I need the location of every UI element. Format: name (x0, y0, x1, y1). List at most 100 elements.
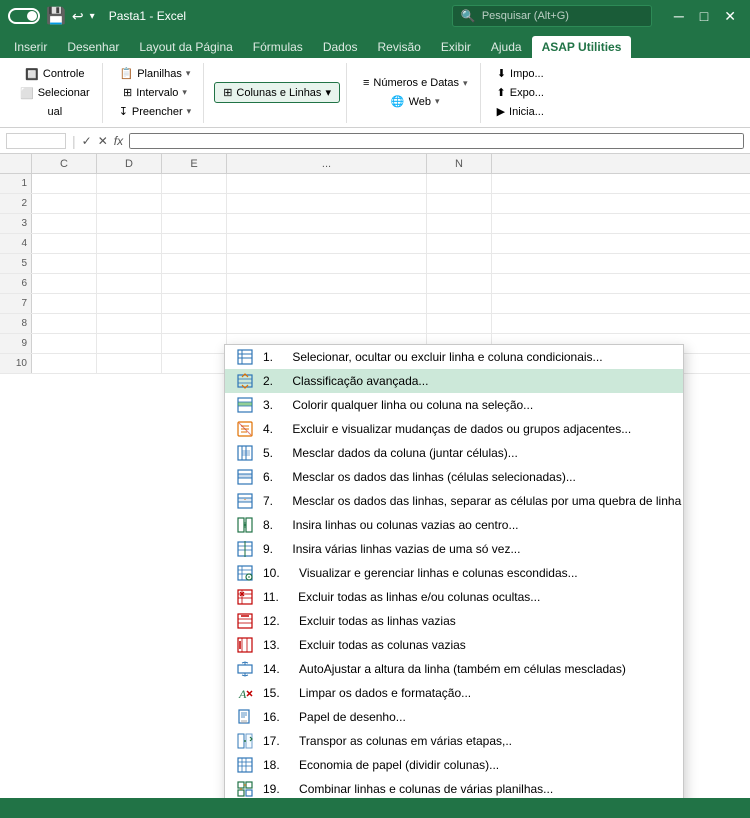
tab-exibir[interactable]: Exibir (431, 36, 481, 58)
menu-item-11[interactable]: 11. Excluir todas as linhas e/ou colunas… (225, 585, 683, 609)
minimize-btn[interactable]: ─ (668, 8, 690, 25)
cell-d7[interactable] (97, 294, 162, 313)
tab-ajuda[interactable]: Ajuda (481, 36, 532, 58)
col-header-n[interactable]: N (427, 154, 492, 173)
cell-e10[interactable] (162, 354, 227, 373)
checkmark-icon[interactable]: ✓ (82, 134, 92, 148)
cell-e2[interactable] (162, 194, 227, 213)
menu-item-7[interactable]: 7. Mesclar os dados das linhas, separar … (225, 489, 683, 513)
maximize-btn[interactable]: □ (694, 8, 714, 25)
ual-btn[interactable]: ual (42, 104, 69, 120)
inicia-btn[interactable]: ▶ Inicia... (491, 103, 550, 120)
cell-d3[interactable] (97, 214, 162, 233)
cell-e1[interactable] (162, 174, 227, 193)
cell-d9[interactable] (97, 334, 162, 353)
cell-c8[interactable] (32, 314, 97, 333)
tab-formulas[interactable]: Fórmulas (243, 36, 313, 58)
cell-c5[interactable] (32, 254, 97, 273)
menu-item-1[interactable]: 1. Selecionar, ocultar ou excluir linha … (225, 345, 683, 369)
dropdown-arrow[interactable]: ▾ (90, 11, 95, 22)
colunas-linhas-btn[interactable]: ⊞ Colunas e Linhas ▾ (214, 82, 340, 103)
col-header-c[interactable]: C (32, 154, 97, 173)
cell-e8[interactable] (162, 314, 227, 333)
col-header-e[interactable]: E (162, 154, 227, 173)
tab-asap[interactable]: ASAP Utilities (532, 36, 632, 58)
expo-btn[interactable]: ⬆ Expo... (491, 84, 550, 101)
name-box[interactable] (6, 133, 66, 149)
cell-p3[interactable] (227, 214, 427, 233)
impo-btn[interactable]: ⬇ Impo... (491, 65, 550, 82)
cell-n5[interactable] (427, 254, 492, 273)
cell-p8[interactable] (227, 314, 427, 333)
cell-c6[interactable] (32, 274, 97, 293)
menu-item-6[interactable]: 6. Mesclar os dados das linhas (células … (225, 465, 683, 489)
menu-item-17[interactable]: 17. Transpor as colunas em várias etapas… (225, 729, 683, 753)
cell-n1[interactable] (427, 174, 492, 193)
tab-inserir[interactable]: Inserir (4, 36, 57, 58)
cell-p5[interactable] (227, 254, 427, 273)
cell-n2[interactable] (427, 194, 492, 213)
menu-item-3[interactable]: 3. Colorir qualquer linha ou coluna na s… (225, 393, 683, 417)
preencher-btn[interactable]: ↧ Preencher ▾ (113, 103, 198, 120)
cell-e3[interactable] (162, 214, 227, 233)
planilhas-btn[interactable]: 📋 Planilhas ▾ (114, 65, 197, 82)
cell-d6[interactable] (97, 274, 162, 293)
menu-item-4[interactable]: 4. Excluir e visualizar mudanças de dado… (225, 417, 683, 441)
cell-c7[interactable] (32, 294, 97, 313)
formula-input[interactable] (129, 133, 744, 149)
cell-c2[interactable] (32, 194, 97, 213)
cell-c3[interactable] (32, 214, 97, 233)
cell-n4[interactable] (427, 234, 492, 253)
select-all-corner[interactable] (0, 154, 32, 173)
cell-e9[interactable] (162, 334, 227, 353)
cell-p6[interactable] (227, 274, 427, 293)
cell-d10[interactable] (97, 354, 162, 373)
tab-layout[interactable]: Layout da Página (129, 36, 242, 58)
cell-c10[interactable] (32, 354, 97, 373)
web-btn[interactable]: 🌐 Web ▾ (385, 93, 446, 110)
menu-item-5[interactable]: 5. Mesclar dados da coluna (juntar célul… (225, 441, 683, 465)
close-btn[interactable]: ✕ (718, 8, 742, 25)
cancel-icon[interactable]: ✕ (98, 134, 108, 148)
menu-item-8[interactable]: 8. Insira linhas ou colunas vazias ao ce… (225, 513, 683, 537)
cell-e6[interactable] (162, 274, 227, 293)
cell-d1[interactable] (97, 174, 162, 193)
cell-d8[interactable] (97, 314, 162, 333)
cell-e5[interactable] (162, 254, 227, 273)
cell-d4[interactable] (97, 234, 162, 253)
cell-p7[interactable] (227, 294, 427, 313)
numeros-datas-btn[interactable]: ≡ Números e Datas ▾ (357, 75, 474, 91)
cell-p1[interactable] (227, 174, 427, 193)
cell-n7[interactable] (427, 294, 492, 313)
cell-c4[interactable] (32, 234, 97, 253)
toggle-switch[interactable] (8, 8, 40, 24)
fx-icon[interactable]: fx (114, 134, 123, 148)
menu-item-12[interactable]: 12. Excluir todas as linhas vazias (225, 609, 683, 633)
undo-icon[interactable]: ↩ (72, 8, 84, 25)
tab-dados[interactable]: Dados (313, 36, 368, 58)
menu-item-19[interactable]: 19. Combinar linhas e colunas de várias … (225, 777, 683, 798)
cell-e7[interactable] (162, 294, 227, 313)
col-header-p[interactable]: ... (227, 154, 427, 173)
cell-n3[interactable] (427, 214, 492, 233)
selecionar-btn[interactable]: ⬜ Selecionar (14, 85, 96, 102)
cell-n8[interactable] (427, 314, 492, 333)
cell-p2[interactable] (227, 194, 427, 213)
menu-item-10[interactable]: 10. Visualizar e gerenciar linhas e colu… (225, 561, 683, 585)
cell-d2[interactable] (97, 194, 162, 213)
search-box[interactable]: 🔍 Pesquisar (Alt+G) (452, 5, 652, 27)
menu-item-14[interactable]: 14. AutoAjustar a altura da linha (també… (225, 657, 683, 681)
menu-item-13[interactable]: 13. Excluir todas as colunas vazias (225, 633, 683, 657)
menu-item-15[interactable]: A 15. Limpar os dados e formatação... (225, 681, 683, 705)
cell-c1[interactable] (32, 174, 97, 193)
menu-item-2[interactable]: 2. Classificação avançada... (225, 369, 683, 393)
menu-item-9[interactable]: 9. Insira várias linhas vazias de uma só… (225, 537, 683, 561)
menu-item-16[interactable]: 16. Papel de desenho... (225, 705, 683, 729)
cell-p4[interactable] (227, 234, 427, 253)
tab-revisao[interactable]: Revisão (368, 36, 431, 58)
cell-e4[interactable] (162, 234, 227, 253)
controle-btn[interactable]: 🔲 Controle (19, 66, 90, 83)
save-icon[interactable]: 💾 (46, 6, 66, 26)
tab-desenhar[interactable]: Desenhar (57, 36, 129, 58)
menu-item-18[interactable]: 18. Economia de papel (dividir colunas).… (225, 753, 683, 777)
